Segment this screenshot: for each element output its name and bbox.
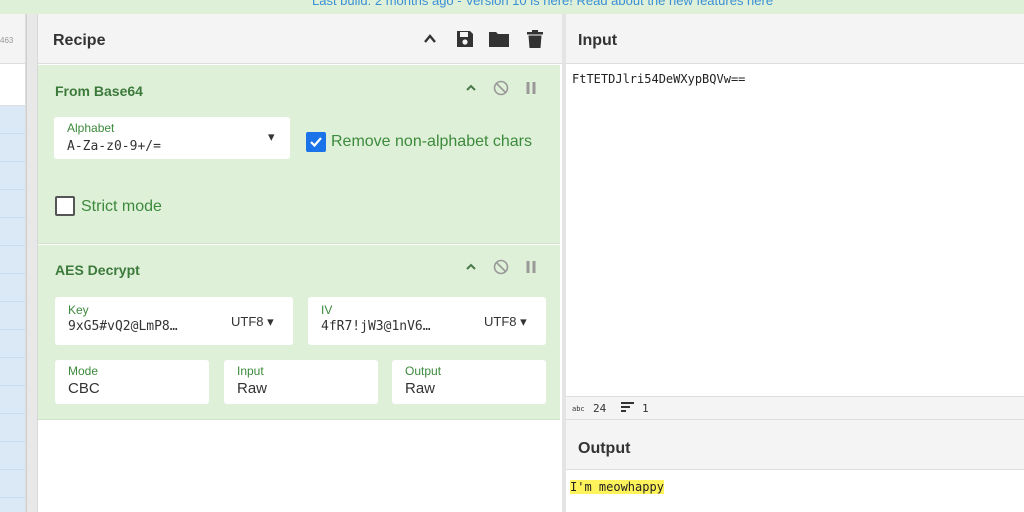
field-value: A-Za-z0-9+/=: [67, 139, 161, 154]
encoding-label: UTF8: [231, 314, 264, 329]
char-count: 24: [593, 402, 607, 415]
top-banner: Last build: 2 months ago - Version 10 is…: [0, 0, 1024, 14]
list-item[interactable]: [0, 190, 25, 218]
chevron-up-icon[interactable]: [419, 28, 441, 50]
chevron-up-icon[interactable]: [462, 79, 480, 97]
caret-down-icon[interactable]: ▾: [268, 129, 275, 145]
list-item[interactable]: [0, 358, 25, 386]
list-item[interactable]: [0, 470, 25, 498]
remove-nonalpha-checkbox[interactable]: [306, 132, 326, 152]
field-value: Raw: [237, 380, 268, 397]
operations-header: 463: [0, 14, 25, 64]
input-header: Input: [566, 14, 1024, 64]
list-item[interactable]: [0, 274, 25, 302]
iv-encoding-select[interactable]: UTF8 ▾: [484, 314, 527, 330]
op-from-base64: From Base64 Alphabet A-Za-z0-9+/= ▾ Remo…: [38, 65, 560, 244]
op-title: From Base64: [55, 83, 143, 99]
list-item[interactable]: [0, 302, 25, 330]
operations-count: 463: [0, 36, 14, 45]
recipe-header: Recipe: [38, 14, 562, 64]
key-input[interactable]: 9xG5#vQ2@LmP8…: [68, 319, 178, 334]
field-label: Output: [405, 364, 442, 378]
input-panel: Input FtTETDJlri54DeWXypBQVw==: [566, 14, 1024, 396]
list-item[interactable]: [0, 246, 25, 274]
alphabet-select[interactable]: Alphabet A-Za-z0-9+/= ▾: [54, 117, 290, 159]
input-status-bar: abc 24 1: [566, 396, 1024, 420]
list-item[interactable]: [0, 218, 25, 246]
key-field[interactable]: Key 9xG5#vQ2@LmP8… UTF8 ▾: [55, 297, 293, 345]
input-title: Input: [578, 32, 618, 49]
field-label: Key: [68, 303, 89, 317]
list-item[interactable]: [0, 386, 25, 414]
banner-text[interactable]: Last build: 2 months ago - Version 10 is…: [312, 0, 773, 8]
list-item[interactable]: [0, 330, 25, 358]
key-encoding-select[interactable]: UTF8 ▾: [231, 314, 274, 330]
panel-resizer[interactable]: [26, 14, 38, 512]
output-header: Output: [566, 420, 1024, 470]
list-item[interactable]: [0, 162, 25, 190]
output-highlight: I'm meowhappy: [570, 480, 664, 494]
remove-nonalpha-label[interactable]: Remove non-alphabet chars: [331, 133, 532, 151]
iv-field[interactable]: IV 4fR7!jW3@1nV6… UTF8 ▾: [308, 297, 546, 345]
pause-icon[interactable]: [522, 79, 540, 97]
recipe-title: Recipe: [53, 32, 106, 49]
output-text[interactable]: I'm meowhappy: [570, 480, 664, 494]
field-value: Raw: [405, 380, 436, 397]
output-panel: Output I'm meowhappy: [566, 420, 1024, 512]
operations-panel: 463: [0, 14, 26, 512]
output-title: Output: [578, 440, 631, 457]
field-label: Input: [237, 364, 264, 378]
field-label: Alphabet: [67, 121, 115, 135]
disable-icon[interactable]: [492, 258, 510, 276]
trash-icon[interactable]: [524, 28, 546, 50]
field-value: CBC: [68, 380, 100, 397]
list-item[interactable]: [0, 134, 25, 162]
list-item[interactable]: [0, 414, 25, 442]
recipe-panel: Recipe From Base64 Alphabet A-Za-z0-9+/=…: [38, 14, 562, 512]
mode-select[interactable]: Mode CBC: [55, 360, 209, 404]
op-aes-decrypt: AES Decrypt Key 9xG5#vQ2@LmP8… UTF8 ▾ IV…: [38, 245, 560, 420]
input-format-select[interactable]: Input Raw: [224, 360, 378, 404]
chevron-up-icon[interactable]: [462, 258, 480, 276]
input-textarea[interactable]: FtTETDJlri54DeWXypBQVw==: [572, 72, 745, 86]
list-item[interactable]: [0, 442, 25, 470]
op-title: AES Decrypt: [55, 262, 140, 278]
encoding-label: UTF8: [484, 314, 517, 329]
operations-search[interactable]: [0, 64, 25, 106]
lines-icon: [621, 401, 635, 416]
pause-icon[interactable]: [522, 258, 540, 276]
save-icon[interactable]: [454, 28, 476, 50]
disable-icon[interactable]: [492, 79, 510, 97]
chars-icon: abc: [572, 405, 585, 413]
field-label: IV: [321, 303, 333, 317]
line-count: 1: [642, 402, 649, 415]
folder-icon[interactable]: [488, 28, 510, 50]
iv-input[interactable]: 4fR7!jW3@1nV6…: [321, 319, 431, 334]
operations-list: [0, 106, 25, 512]
strict-mode-label[interactable]: Strict mode: [81, 198, 162, 216]
output-format-select[interactable]: Output Raw: [392, 360, 546, 404]
strict-mode-checkbox[interactable]: [55, 196, 75, 216]
list-item[interactable]: [0, 106, 25, 134]
field-label: Mode: [68, 364, 99, 378]
